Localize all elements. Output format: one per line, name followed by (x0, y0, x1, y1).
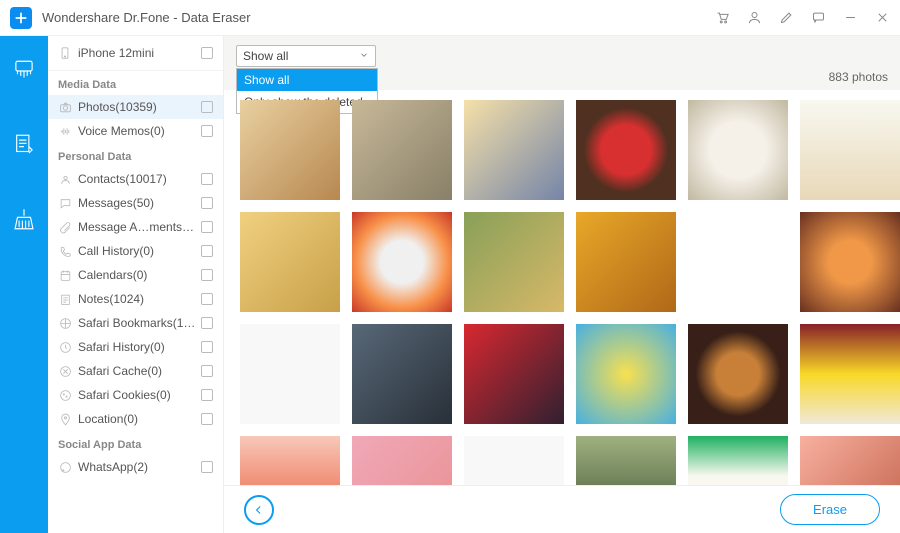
user-icon[interactable] (746, 10, 762, 26)
checkbox[interactable] (201, 413, 213, 425)
checkbox[interactable] (201, 197, 213, 209)
bookmark-icon (58, 316, 72, 330)
app-title: Wondershare Dr.Fone - Data Eraser (42, 10, 714, 25)
photo-thumb[interactable] (688, 212, 788, 312)
checkbox[interactable] (201, 293, 213, 305)
photo-thumb[interactable] (240, 100, 340, 200)
device-checkbox[interactable] (201, 47, 213, 59)
device-name: iPhone 12mini (78, 46, 201, 60)
checkbox[interactable] (201, 173, 213, 185)
sidebar-item-safari-cookies[interactable]: Safari Cookies(0) (48, 383, 223, 407)
photo-thumb[interactable] (800, 324, 900, 424)
photo-thumb[interactable] (576, 100, 676, 200)
attach-icon (58, 220, 72, 234)
section-personal-label: Personal Data (48, 143, 223, 167)
main: iPhone 12mini Media Data Photos(10359) V… (0, 36, 900, 533)
photo-thumb[interactable] (800, 436, 900, 485)
filter-option-show-all[interactable]: Show all (237, 69, 377, 91)
photo-thumb[interactable] (800, 100, 900, 200)
erase-button[interactable]: Erase (780, 494, 880, 525)
photo-thumb[interactable] (576, 436, 676, 485)
content: Show all Show all Only show the deleted … (224, 36, 900, 533)
edit-icon[interactable] (778, 10, 794, 26)
checkbox[interactable] (201, 365, 213, 377)
photo-thumb[interactable] (352, 212, 452, 312)
photo-thumb[interactable] (800, 212, 900, 312)
nav-eraser-icon[interactable] (11, 58, 37, 84)
checkbox[interactable] (201, 221, 213, 233)
photo-thumb[interactable] (464, 324, 564, 424)
phone-icon (58, 46, 72, 60)
calendar-icon (58, 268, 72, 282)
checkbox[interactable] (201, 389, 213, 401)
sidebar-item-safari-bookmarks[interactable]: Safari Bookmarks(1347) (48, 311, 223, 335)
contact-icon (58, 172, 72, 186)
sidebar-item-whatsapp[interactable]: WhatsApp(2) (48, 455, 223, 479)
minimize-icon[interactable] (842, 10, 858, 26)
photo-thumb[interactable] (464, 212, 564, 312)
photo-thumb[interactable] (576, 324, 676, 424)
photo-count: 883 photos (829, 70, 888, 90)
checkbox[interactable] (201, 341, 213, 353)
sidebar-item-message-attachments[interactable]: Message A…ments(34) (48, 215, 223, 239)
whatsapp-icon (58, 460, 72, 474)
sidebar-item-voice-memos[interactable]: Voice Memos(0) (48, 119, 223, 143)
checkbox[interactable] (201, 461, 213, 473)
checkbox[interactable] (201, 269, 213, 281)
cart-icon[interactable] (714, 10, 730, 26)
photo-thumb[interactable] (464, 436, 564, 485)
checkbox[interactable] (201, 245, 213, 257)
message-icon (58, 196, 72, 210)
checkbox[interactable] (201, 317, 213, 329)
nav-broom-icon[interactable] (11, 206, 37, 232)
back-button[interactable] (244, 495, 274, 525)
history-icon (58, 340, 72, 354)
photo-thumb[interactable] (576, 212, 676, 312)
photo-thumb[interactable] (464, 100, 564, 200)
checkbox[interactable] (201, 101, 213, 113)
photo-thumb[interactable] (352, 100, 452, 200)
sidebar-item-messages[interactable]: Messages(50) (48, 191, 223, 215)
close-icon[interactable] (874, 10, 890, 26)
sidebar-item-safari-history[interactable]: Safari History(0) (48, 335, 223, 359)
sidebar-item-location[interactable]: Location(0) (48, 407, 223, 431)
cache-icon (58, 364, 72, 378)
photo-thumb[interactable] (240, 212, 340, 312)
nav-document-icon[interactable] (11, 132, 37, 158)
cookie-icon (58, 388, 72, 402)
checkbox[interactable] (201, 125, 213, 137)
photo-thumb[interactable] (688, 436, 788, 485)
photo-thumb[interactable] (352, 324, 452, 424)
photo-thumb[interactable] (688, 324, 788, 424)
sidebar-item-photos[interactable]: Photos(10359) (48, 95, 223, 119)
section-media-label: Media Data (48, 71, 223, 95)
location-icon (58, 412, 72, 426)
sidebar-item-notes[interactable]: Notes(1024) (48, 287, 223, 311)
titlebar: Wondershare Dr.Fone - Data Eraser (0, 0, 900, 36)
filter-selected: Show all (243, 49, 288, 63)
photo-thumb[interactable] (352, 436, 452, 485)
sidebar-item-calendars[interactable]: Calendars(0) (48, 263, 223, 287)
sidebar-item-safari-cache[interactable]: Safari Cache(0) (48, 359, 223, 383)
toolbar: Show all Show all Only show the deleted … (224, 36, 900, 90)
nav-rail (0, 36, 48, 533)
feedback-icon[interactable] (810, 10, 826, 26)
sidebar: iPhone 12mini Media Data Photos(10359) V… (48, 36, 224, 533)
section-social-label: Social App Data (48, 431, 223, 455)
voice-icon (58, 124, 72, 138)
sidebar-item-call-history[interactable]: Call History(0) (48, 239, 223, 263)
device-row[interactable]: iPhone 12mini (48, 36, 223, 71)
sidebar-item-contacts[interactable]: Contacts(10017) (48, 167, 223, 191)
photo-grid (224, 90, 900, 485)
footer: Erase (224, 485, 900, 533)
phone-icon (58, 244, 72, 258)
photo-thumb[interactable] (688, 100, 788, 200)
app-logo (10, 7, 32, 29)
chevron-down-icon (359, 49, 369, 63)
camera-icon (58, 100, 72, 114)
photo-thumb[interactable] (240, 436, 340, 485)
filter-dropdown[interactable]: Show all Show all Only show the deleted (236, 45, 376, 67)
photo-thumb[interactable] (240, 324, 340, 424)
note-icon (58, 292, 72, 306)
